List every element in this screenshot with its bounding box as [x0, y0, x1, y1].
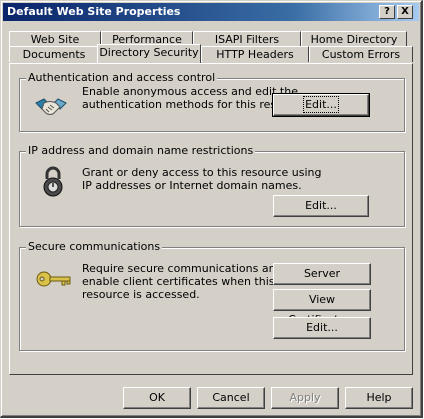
tab-http-headers[interactable]: HTTP Headers	[201, 46, 309, 62]
tab-documents[interactable]: Documents	[9, 46, 99, 62]
padlock-icon	[43, 166, 63, 197]
ok-button[interactable]: OK	[123, 387, 191, 409]
secure-description-line: enable client certificates when this	[82, 275, 275, 288]
tab-isapi-filters[interactable]: ISAPI Filters	[193, 31, 301, 47]
secure-group-legend: Secure communications	[26, 240, 163, 253]
secure-description-line: resource is accessed.	[82, 288, 200, 301]
secure-communications-group: Secure communications Require secure com…	[19, 240, 405, 351]
view-certificate-button[interactable]: View Certificate...	[273, 289, 371, 326]
server-certificate-button[interactable]: Server Certificate...	[273, 263, 371, 300]
apply-button[interactable]: Apply	[271, 387, 339, 409]
title-bar[interactable]: Default Web Site Properties ? X	[3, 3, 419, 21]
properties-dialog: Default Web Site Properties ? X Web Site…	[0, 0, 423, 418]
directory-security-panel: Authentication and access control Enable…	[9, 63, 413, 375]
tab-web-site[interactable]: Web Site	[9, 31, 101, 47]
auth-group: Authentication and access control Enable…	[19, 71, 405, 132]
ip-edit-button[interactable]: Edit...	[273, 195, 369, 217]
auth-group-legend: Authentication and access control	[26, 71, 218, 84]
ip-description-line: IP addresses or Internet domain names.	[82, 179, 302, 192]
handshake-icon	[35, 98, 67, 115]
secure-edit-button[interactable]: Edit...	[273, 317, 371, 339]
close-title-button[interactable]: X	[397, 5, 413, 19]
help-button[interactable]: Help	[345, 387, 413, 409]
tab-directory-security[interactable]: Directory Security	[97, 44, 201, 63]
auth-edit-label: Edit...	[303, 96, 339, 113]
tab-home-directory[interactable]: Home Directory	[301, 31, 407, 47]
ip-group-legend: IP address and domain name restrictions	[26, 144, 256, 157]
help-title-button[interactable]: ?	[379, 5, 395, 19]
tab-custom-errors[interactable]: Custom Errors	[309, 46, 413, 62]
key-icon	[36, 271, 71, 287]
secure-description: Require secure communications and enable…	[82, 262, 283, 301]
auth-edit-button[interactable]: Edit...	[272, 93, 370, 117]
window-title: Default Web Site Properties	[7, 5, 181, 18]
ip-restrictions-group: IP address and domain name restrictions …	[19, 144, 405, 227]
ip-description-line: Grant or deny access to this resource us…	[82, 166, 322, 179]
ip-description: Grant or deny access to this resource us…	[82, 166, 322, 192]
cancel-button[interactable]: Cancel	[197, 387, 265, 409]
secure-description-line: Require secure communications and	[82, 262, 283, 275]
